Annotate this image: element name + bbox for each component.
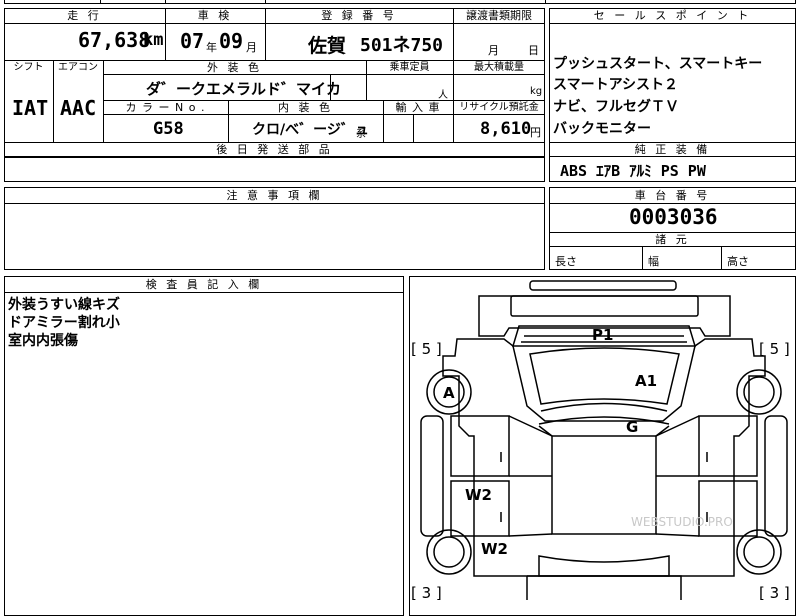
color-no-header: カ ラ ー N o . <box>125 101 206 114</box>
late-parts-header: 後 日 発 送 部 品 <box>216 143 333 156</box>
inspection-header: 車 検 <box>197 9 233 22</box>
dimension-height: 高さ <box>727 255 749 268</box>
capacity-unit: 人 <box>438 90 448 101</box>
front-grille <box>510 295 699 317</box>
selling-point-1: プッシュスタート、スマートキー <box>553 56 763 72</box>
dimensions-header: 諸 元 <box>655 233 690 246</box>
recycle-fee-value: 8,610 <box>480 119 532 139</box>
selling-point-2: スマートアシスト２ <box>553 77 679 93</box>
max-load-unit: kg <box>530 86 543 97</box>
equipment-value: ABS ｴｱB ｱﾙﾐ PS PW <box>560 162 706 180</box>
color-no-value: G58 <box>153 119 184 139</box>
inspection-year: 07 <box>180 29 205 53</box>
chassis-no-header: 車 台 番 号 <box>634 189 711 202</box>
car-diagram: [ 5 ] [ 5 ] [ 3 ] [ 3 ] P1 A1 A G W2 W2 … <box>411 280 790 600</box>
inspector-header: 検 査 員 記 入 欄 <box>145 278 263 291</box>
wheel-rear-left-inner <box>433 536 465 568</box>
interior-color-suffix: 系 <box>356 129 366 140</box>
tread-right-front: [ 5 ] <box>759 340 790 358</box>
transfer-deadline-header: 譲渡書類期限 <box>466 9 532 22</box>
door-handles <box>500 452 708 522</box>
registration-header: 登 録 番 号 <box>321 9 397 22</box>
mark-a: A <box>443 384 455 402</box>
roof-bar-top <box>529 280 677 291</box>
left-rocker <box>420 415 444 537</box>
selling-points-header: セ ー ル ス ポ イ ン ト <box>593 9 752 22</box>
import-header: 輸 入 車 <box>395 101 441 114</box>
max-load-header: 最大積載量 <box>474 62 524 73</box>
mileage-header: 走 行 <box>67 9 102 22</box>
selling-point-4: バックモニター <box>553 121 651 137</box>
exterior-color-value: ダ゛ークエメラルド゛マイカ <box>146 80 342 98</box>
top-cut-row <box>4 0 796 4</box>
recycle-fee-unit: 円 <box>530 126 541 139</box>
registration-region: 佐賀 <box>308 35 347 57</box>
dimension-width: 幅 <box>648 255 659 268</box>
mark-w2-left: W2 <box>465 486 492 504</box>
transfer-month-unit: 月 <box>488 44 499 57</box>
tread-left-rear: [ 3 ] <box>411 584 442 600</box>
registration-number: 501ネ750 <box>360 35 444 56</box>
mark-p1: P1 <box>592 326 613 344</box>
aircon-header: エアコン <box>58 62 98 73</box>
roof-line-left <box>538 425 670 437</box>
recycle-fee-header: リサイクル預託金 <box>459 102 539 113</box>
inspection-year-unit: 年 <box>206 41 217 54</box>
selling-point-3: ナビ、フルセグＴＶ <box>553 99 679 115</box>
mark-g: G <box>626 418 638 436</box>
inspector-note-2: ドアミラー割れ小 <box>8 315 120 331</box>
right-rocker <box>764 415 788 537</box>
shift-value: IAT <box>12 96 49 120</box>
watermark: WEBSTUDIO.PRO <box>631 515 733 529</box>
equipment-header: 純 正 装 備 <box>634 143 711 156</box>
capacity-header: 乗車定員 <box>389 62 430 73</box>
inspection-month-unit: 月 <box>246 41 257 54</box>
mileage-unit: km <box>143 30 164 50</box>
notes-header: 注 意 事 項 欄 <box>226 189 323 202</box>
rear-window <box>538 555 670 577</box>
aircon-value: AAC <box>60 96 97 120</box>
inspector-note-1: 外装うすい線キズ <box>8 297 120 313</box>
mileage-value: 67,638 <box>78 28 151 52</box>
mark-w2-lower: W2 <box>481 540 508 558</box>
tread-right-rear: [ 3 ] <box>759 584 790 600</box>
tread-left-front: [ 5 ] <box>411 340 442 358</box>
interior-color-value: クロ/べ゛ージ゛ュ <box>252 122 369 138</box>
shift-header: シフト <box>13 62 44 73</box>
mark-a1: A1 <box>635 372 657 390</box>
inspector-note-3: 室内内張傷 <box>8 333 78 349</box>
inspection-month: 09 <box>219 29 244 53</box>
chassis-no-value: 0003036 <box>629 205 718 229</box>
exterior-color-header: 外 装 色 <box>207 61 262 74</box>
wheel-rear-right-inner <box>743 536 775 568</box>
transfer-day-unit: 日 <box>528 44 539 57</box>
dimension-length: 長さ <box>555 255 577 268</box>
interior-color-header: 内 装 色 <box>278 101 333 114</box>
rear-end <box>526 575 682 600</box>
